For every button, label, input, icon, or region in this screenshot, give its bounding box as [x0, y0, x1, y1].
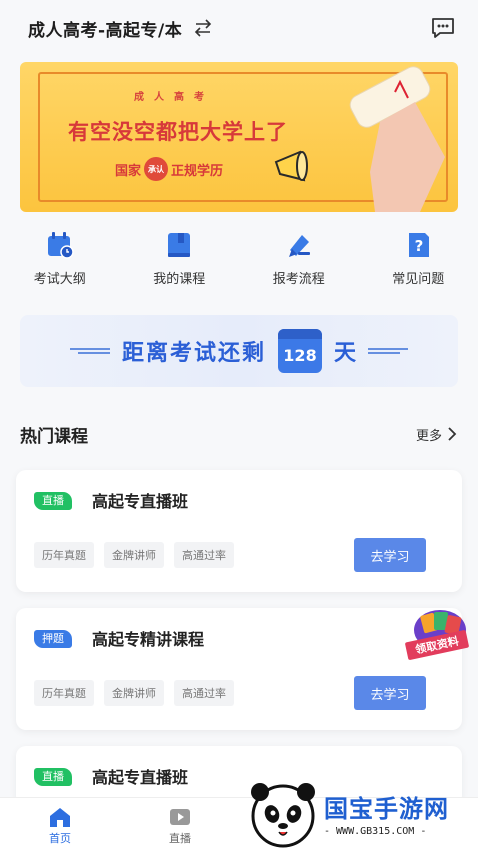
- quick-link-label: 我的课程: [153, 272, 206, 287]
- megaphone-icon: [274, 150, 308, 182]
- play-icon: [170, 809, 190, 825]
- swap-arrows-icon[interactable]: [192, 19, 214, 37]
- question-icon: ?: [409, 233, 430, 257]
- site-watermark: 国宝手游网 - WWW.GB315.COM -: [246, 776, 478, 850]
- cert-prefix: 国家: [115, 163, 142, 179]
- page-title[interactable]: 成人高考-高起专/本: [28, 16, 182, 41]
- course-tag: 高通过率: [174, 680, 234, 706]
- quick-link-my-courses[interactable]: 我的课程: [120, 230, 240, 292]
- countdown-text: 距离考试还剩: [121, 341, 266, 366]
- course-tag: 历年真题: [34, 680, 94, 706]
- course-tag: 金牌讲师: [104, 542, 164, 568]
- watermark-brand: 国宝手游网: [324, 795, 449, 823]
- watermark-text: 国宝手游网 - WWW.GB315.COM -: [324, 789, 449, 837]
- quick-link-label: 考试大纲: [33, 272, 86, 287]
- course-name: 高起专直播班: [92, 492, 189, 511]
- course-card[interactable]: 押题 高起专精讲课程 历年真题 金牌讲师 高通过率 去学习 领取资料: [16, 608, 470, 730]
- svg-text:?: ?: [415, 237, 424, 255]
- cert-seal: 承认: [144, 157, 169, 181]
- panda-logo-icon: [251, 783, 315, 848]
- course-tag: 金牌讲师: [104, 680, 164, 706]
- book-icon: [168, 233, 191, 257]
- chevron-right-icon: [448, 427, 457, 441]
- more-link[interactable]: 更多: [416, 425, 458, 444]
- course-badge: 直播: [34, 492, 72, 510]
- more-label: 更多: [415, 428, 442, 444]
- countdown-unit: 天: [334, 341, 357, 366]
- decorative-lines-icon: [368, 348, 409, 354]
- message-icon[interactable]: [430, 16, 456, 40]
- section-title: 热门课程: [20, 426, 88, 447]
- banner-cert: 国家 承认 正规学历: [115, 157, 223, 181]
- quick-link-label: 常见问题: [392, 272, 445, 287]
- calendar-icon: [47, 232, 74, 259]
- quick-links: 考试大纲 我的课程 报考流程 ? 常见问题: [0, 230, 478, 292]
- tab-label: 首页: [49, 832, 71, 845]
- course-name: 高起专精讲课程: [92, 630, 205, 649]
- exam-countdown-banner[interactable]: 距离考试还剩 128 天: [20, 315, 458, 387]
- countdown-days: 128: [283, 345, 317, 365]
- hot-courses-header: 热门课程 更多: [20, 420, 458, 448]
- get-materials-ribbon[interactable]: 领取资料: [404, 606, 470, 668]
- home-icon: [50, 808, 70, 827]
- course-badge: 直播: [34, 768, 72, 786]
- course-tags: 历年真题 金牌讲师 高通过率: [34, 542, 244, 568]
- banner-small-text: 成人高考: [134, 92, 214, 103]
- course-name: 高起专直播班: [92, 768, 189, 787]
- go-study-button[interactable]: 去学习: [354, 538, 426, 572]
- course-badge: 押题: [34, 630, 72, 648]
- watermark-url: - WWW.GB315.COM -: [324, 826, 427, 837]
- pen-icon: [288, 235, 310, 257]
- banner-slogan: 有空没空都把大学上了: [68, 120, 288, 144]
- top-header: 成人高考-高起专/本: [0, 0, 478, 56]
- quick-link-label: 报考流程: [272, 272, 325, 287]
- cert-suffix: 正规学历: [171, 163, 224, 179]
- quick-link-syllabus[interactable]: 考试大纲: [0, 230, 120, 292]
- go-study-button[interactable]: 去学习: [354, 676, 426, 710]
- tab-label: 直播: [169, 832, 191, 845]
- quick-link-process[interactable]: 报考流程: [239, 230, 359, 292]
- course-tag: 历年真题: [34, 542, 94, 568]
- course-card[interactable]: 直播 高起专直播班 历年真题 金牌讲师 高通过率 去学习: [16, 470, 462, 592]
- course-tag: 高通过率: [174, 542, 234, 568]
- course-tags: 历年真题 金牌讲师 高通过率: [34, 680, 244, 706]
- decorative-lines-icon: [69, 348, 110, 354]
- tab-live[interactable]: 直播: [120, 798, 240, 850]
- quick-link-faq[interactable]: ? 常见问题: [359, 230, 478, 292]
- countdown-days-calendar: 128: [278, 329, 322, 373]
- diploma-hand-illustration: [349, 66, 445, 212]
- tab-home[interactable]: 首页: [0, 798, 120, 850]
